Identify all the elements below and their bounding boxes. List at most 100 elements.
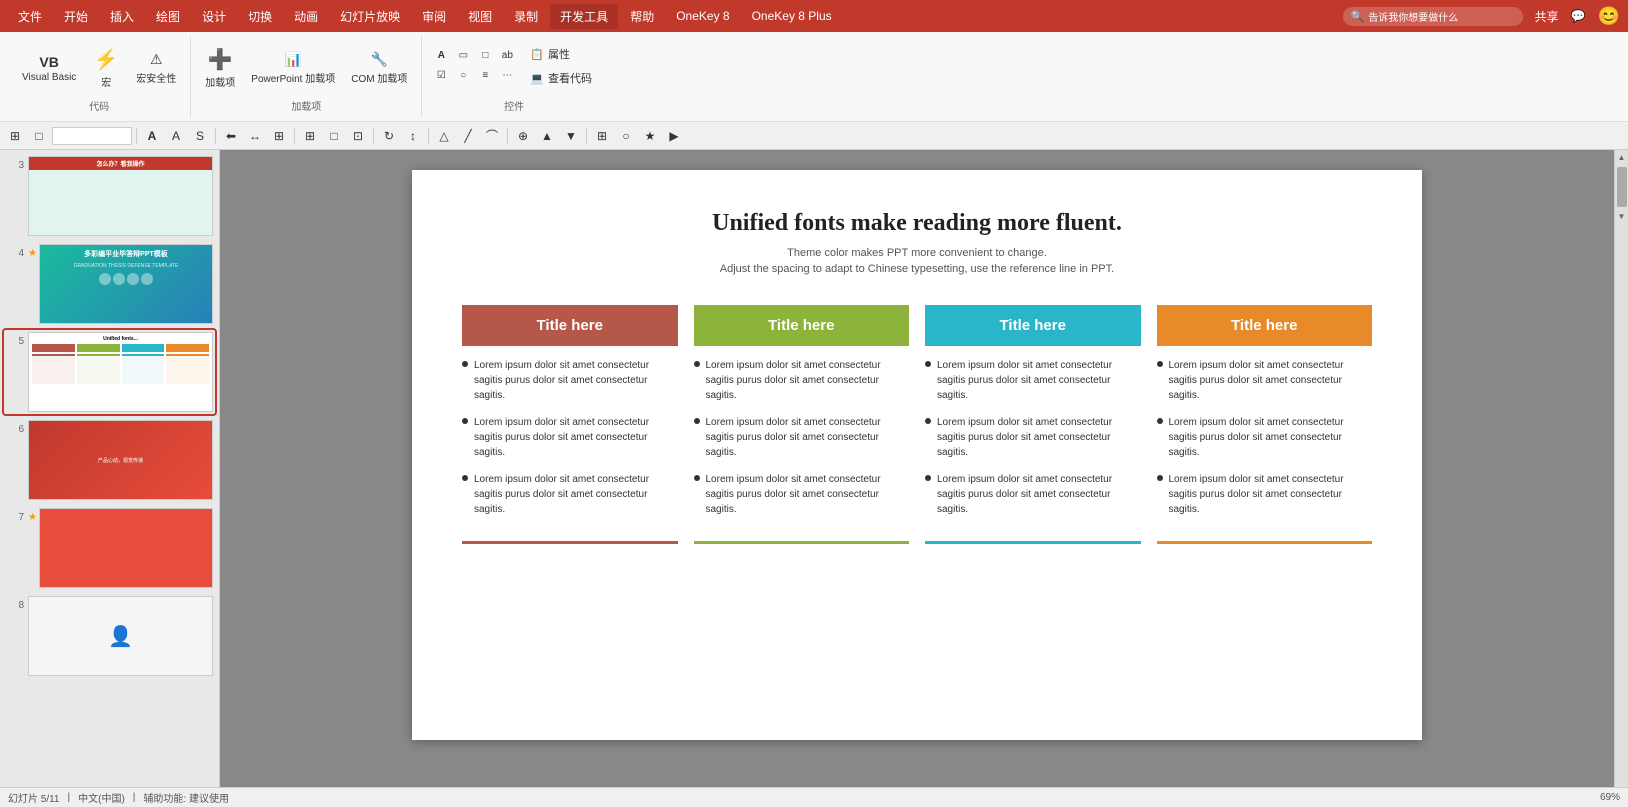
group-btn[interactable]: ⊞ — [299, 125, 321, 147]
menu-design[interactable]: 设计 — [192, 4, 236, 29]
separator-6 — [507, 128, 508, 144]
col3-bullet-2: Lorem ipsum dolor sit amet consectetur s… — [925, 415, 1141, 460]
control-btn-rect[interactable]: ▭ — [452, 44, 474, 66]
menu-onekey8plus[interactable]: OneKey 8 Plus — [742, 5, 842, 27]
com-icon: 🔧 — [371, 51, 388, 68]
control-btn-circle[interactable]: ○ — [452, 64, 474, 86]
connector-btn[interactable]: ⌒ — [481, 125, 503, 147]
comment-icon[interactable]: 💬 — [1571, 9, 1586, 23]
bar3 — [122, 344, 165, 352]
macro-security-button[interactable]: ⚠ 宏安全性 — [130, 47, 182, 89]
zoom-level: 69% — [1600, 792, 1620, 803]
menu-slideshow[interactable]: 幻灯片放映 — [330, 4, 410, 29]
control-btn-check[interactable]: ☑ — [430, 64, 452, 86]
menu-review[interactable]: 审阅 — [412, 4, 456, 29]
slide-item-6[interactable]: 6 产品心动，视觉传递 — [4, 418, 215, 502]
scroll-up-arrow[interactable]: ▲ — [1615, 150, 1628, 165]
toolbar-layout-btn[interactable]: ⊞ — [4, 125, 26, 147]
font-size-input[interactable] — [52, 127, 132, 145]
regroup-btn[interactable]: ⊡ — [347, 125, 369, 147]
slide-thumb-4: 多彩编平业毕答辩PPT模板 GRADUATION THESIS DEFENSE … — [39, 244, 213, 324]
text-shadow-btn[interactable]: S — [189, 125, 211, 147]
icon1 — [99, 273, 111, 285]
slide-thumb-5: Unified fonts... — [28, 332, 213, 412]
slide-item-8[interactable]: 8 👤 — [4, 594, 215, 678]
bullet-dot — [1157, 475, 1163, 481]
expand-btn[interactable]: ⊞ — [591, 125, 613, 147]
slide-panel[interactable]: 3 怎么办？看我操作 4 ★ 多彩编平业毕答辩PPT模板 GRADUATION … — [0, 150, 220, 807]
slide-item-4[interactable]: 4 ★ 多彩编平业毕答辩PPT模板 GRADUATION THESIS DEFE… — [4, 242, 215, 326]
slide4-icons — [44, 273, 208, 285]
code-buttons: VB Visual Basic ⚡ 宏 ⚠ 宏安全性 — [16, 40, 182, 96]
properties-button[interactable]: 📋 属性 — [524, 44, 598, 64]
menu-draw[interactable]: 绘图 — [146, 4, 190, 29]
font-color-btn[interactable]: A — [165, 125, 187, 147]
control-btn-ab[interactable]: ab — [496, 44, 518, 66]
shape-btn[interactable]: △ — [433, 125, 455, 147]
ungroup-btn[interactable]: □ — [323, 125, 345, 147]
visual-basic-label: Visual Basic — [22, 72, 76, 83]
flip-btn[interactable]: ↕ — [402, 125, 424, 147]
control-btn-list[interactable]: ≡ — [474, 64, 496, 86]
icon2 — [113, 273, 125, 285]
code-group-label: 代码 — [89, 98, 109, 113]
menu-devtools[interactable]: 开发工具 — [550, 4, 618, 29]
menu-insert[interactable]: 插入 — [100, 4, 144, 29]
control-btn-a[interactable]: A — [430, 44, 452, 66]
macro-button[interactable]: ⚡ 宏 — [86, 43, 126, 93]
collapse-btn[interactable]: ○ — [615, 125, 637, 147]
slide-item-7[interactable]: 7 ★ — [4, 506, 215, 590]
view-code-button[interactable]: 💻 查看代码 — [524, 68, 598, 88]
user-icon[interactable]: 😊 — [1598, 6, 1620, 27]
menu-animation[interactable]: 动画 — [284, 4, 328, 29]
bullet-dot — [925, 361, 931, 367]
separator-2 — [215, 128, 216, 144]
slide-star-7: ★ — [28, 512, 37, 523]
addins-group-label: 加载项 — [291, 98, 321, 113]
slide-thumb-6: 产品心动，视觉传递 — [28, 420, 213, 500]
canvas-area[interactable]: Unified fonts make reading more fluent. … — [220, 150, 1614, 807]
menu-record[interactable]: 录制 — [504, 4, 548, 29]
com-addins-button[interactable]: 🔧 COM 加载项 — [345, 47, 413, 89]
star-btn[interactable]: ★ — [639, 125, 661, 147]
align-left-btn[interactable]: ⬅ — [220, 125, 242, 147]
arrange-btn[interactable]: ⊕ — [512, 125, 534, 147]
menu-onekey8[interactable]: OneKey 8 — [666, 5, 739, 27]
control-btn-box[interactable]: □ — [474, 44, 496, 66]
align-center-btn[interactable]: ↔ — [244, 125, 266, 147]
share-button[interactable]: 共享 — [1535, 8, 1559, 25]
toolbar-size-btn[interactable]: □ — [28, 125, 50, 147]
vb-icon: VB — [39, 54, 58, 70]
more-shapes-btn[interactable]: ▶ — [663, 125, 685, 147]
col4-thumb — [166, 354, 209, 384]
rotate-btn[interactable]: ↻ — [378, 125, 400, 147]
line-btn[interactable]: ╱ — [457, 125, 479, 147]
menu-start[interactable]: 开始 — [54, 4, 98, 29]
separator-4 — [373, 128, 374, 144]
col1-bullet-1: Lorem ipsum dolor sit amet consectetur s… — [462, 358, 678, 403]
ppt-addins-label: PowerPoint 加载项 — [251, 70, 335, 85]
slide-item-3[interactable]: 3 怎么办？看我操作 — [4, 154, 215, 238]
scroll-down-arrow[interactable]: ▼ — [1615, 209, 1628, 224]
menu-view[interactable]: 视图 — [458, 4, 502, 29]
addins-button[interactable]: ➕ 加载项 — [199, 43, 241, 93]
control-btn-more[interactable]: ⋯ — [496, 64, 518, 86]
slide-item-5[interactable]: 5 Unified fonts... — [4, 330, 215, 414]
right-scrollbar[interactable]: ▲ ▼ — [1614, 150, 1628, 807]
search-box[interactable]: 🔍 告诉我你想要做什么 — [1343, 7, 1523, 26]
menu-help[interactable]: 帮助 — [620, 4, 664, 29]
menu-transition[interactable]: 切换 — [238, 4, 282, 29]
bold-btn[interactable]: A — [141, 125, 163, 147]
visual-basic-button[interactable]: VB Visual Basic — [16, 50, 82, 87]
col1-body: Lorem ipsum dolor sit amet consectetur s… — [462, 354, 678, 533]
col2-text-3: Lorem ipsum dolor sit amet consectetur s… — [706, 472, 910, 517]
menu-file[interactable]: 文件 — [8, 4, 52, 29]
accessibility-status: 辅助功能: 建议使用 — [143, 790, 229, 805]
scroll-thumb[interactable] — [1617, 167, 1627, 207]
send-back-btn[interactable]: ▼ — [560, 125, 582, 147]
bring-front-btn[interactable]: ▲ — [536, 125, 558, 147]
shield-icon: ⚠ — [150, 51, 163, 68]
distribute-btn[interactable]: ⊞ — [268, 125, 290, 147]
slide-number-4: 4 — [6, 248, 24, 259]
ppt-addins-button[interactable]: 📊 PowerPoint 加载项 — [245, 47, 341, 89]
